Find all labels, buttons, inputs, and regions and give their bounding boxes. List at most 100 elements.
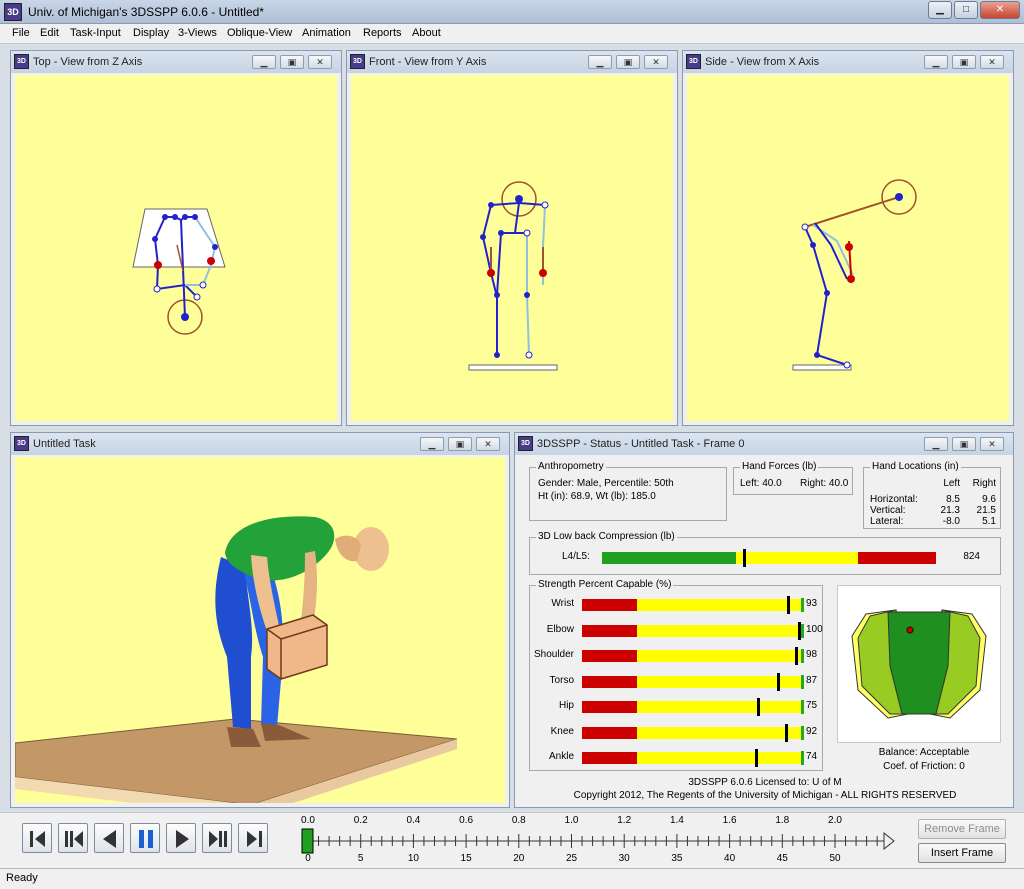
view-icon: 3D bbox=[686, 54, 701, 69]
top-view-minimize-button[interactable]: ▁ bbox=[252, 55, 276, 69]
strength-bar bbox=[582, 723, 804, 742]
task-view-title: Untitled Task bbox=[33, 438, 96, 450]
animation-toolbar: 0.0 0.2 0.4 0.6 0.8 1.0 1.2 1.4 1.6 1.8 2.0 0 5 10 15… bbox=[0, 812, 1024, 868]
front-view-window: 3D Front - View from Y Axis ▁ ▣ ✕ bbox=[346, 50, 678, 426]
joint-marker bbox=[480, 234, 486, 240]
side-view-maximize-button[interactable]: ▣ bbox=[952, 55, 976, 69]
bar-green-marker bbox=[801, 649, 804, 663]
joint-marker bbox=[193, 293, 201, 301]
play-button[interactable] bbox=[166, 823, 196, 853]
copyright-text: Copyright 2012, The Regents of the Unive… bbox=[573, 790, 957, 801]
first-frame-icon bbox=[30, 831, 45, 847]
side-view-titlebar[interactable]: 3D Side - View from X Axis ▁ ▣ ✕ bbox=[683, 51, 1013, 73]
side-view-window: 3D Side - View from X Axis ▁ ▣ ✕ bbox=[682, 50, 1014, 426]
task-view-maximize-button[interactable]: ▣ bbox=[448, 437, 472, 451]
strength-value-marker bbox=[784, 723, 788, 742]
low-back-group: 3D Low back Compression (lb) L4/L5: 824 bbox=[529, 531, 1001, 575]
top-view-figure bbox=[132, 208, 226, 335]
window-titlebar: 3D Univ. of Michigan's 3DSSPP 6.0.6 - Un… bbox=[0, 0, 1024, 24]
status-minimize-button[interactable]: ▁ bbox=[924, 437, 948, 451]
remove-frame-button[interactable]: Remove Frame bbox=[918, 819, 1006, 839]
balance-status: Balance: Acceptable bbox=[878, 747, 970, 758]
bar-green-marker bbox=[801, 598, 804, 612]
timeline[interactable]: 0.0 0.2 0.4 0.6 0.8 1.0 1.2 1.4 1.6 1.8 2.0 0 5 10 15… bbox=[296, 813, 896, 869]
front-view-titlebar[interactable]: 3D Front - View from Y Axis ▁ ▣ ✕ bbox=[347, 51, 677, 73]
maximize-button[interactable]: □ bbox=[954, 1, 978, 19]
anthropometry-label: Anthropometry bbox=[536, 461, 606, 472]
pause-button[interactable] bbox=[130, 823, 160, 853]
bar-green-marker bbox=[801, 725, 804, 740]
last-frame-button[interactable] bbox=[238, 823, 268, 853]
joint-marker bbox=[212, 244, 218, 250]
timeline-frame-label: 40 bbox=[724, 853, 736, 864]
menu-3-views[interactable]: 3-Views bbox=[178, 27, 217, 39]
task-view-canvas[interactable] bbox=[15, 457, 505, 803]
bar-yellow-zone bbox=[637, 624, 801, 637]
joint-marker bbox=[181, 313, 189, 321]
step-forward-icon bbox=[209, 831, 227, 847]
side-view-canvas[interactable] bbox=[687, 75, 1009, 421]
top-view-title: Top - View from Z Axis bbox=[33, 56, 143, 68]
side-view-close-button[interactable]: ✕ bbox=[980, 55, 1004, 69]
timeline-ruler bbox=[301, 828, 895, 854]
hand-locations-label: Hand Locations (in) bbox=[870, 461, 961, 472]
top-view-canvas[interactable] bbox=[15, 75, 337, 421]
hand-forces-group: Hand Forces (lb) Left: 40.0 Right: 40.0 bbox=[733, 461, 853, 495]
status-maximize-button[interactable]: ▣ bbox=[952, 437, 976, 451]
top-view-maximize-button[interactable]: ▣ bbox=[280, 55, 304, 69]
status-titlebar[interactable]: 3D 3DSSPP - Status - Untitled Task - Fra… bbox=[515, 433, 1013, 455]
hand-locations-value: 8.5 bbox=[946, 494, 960, 505]
timeline-time-label: 1.4 bbox=[669, 815, 684, 826]
status-close-button[interactable]: ✕ bbox=[980, 437, 1004, 451]
menu-edit[interactable]: Edit bbox=[40, 27, 59, 39]
front-view-maximize-button[interactable]: ▣ bbox=[616, 55, 640, 69]
play-reverse-icon bbox=[103, 830, 116, 848]
bar-red-zone bbox=[582, 624, 637, 637]
top-view-close-button[interactable]: ✕ bbox=[308, 55, 332, 69]
play-reverse-button[interactable] bbox=[94, 823, 124, 853]
menu-oblique-view[interactable]: Oblique-View bbox=[227, 27, 292, 39]
menu-about[interactable]: About bbox=[412, 27, 441, 39]
hand-locations-value: 5.1 bbox=[982, 516, 996, 527]
strength-row-label: Hip bbox=[558, 700, 574, 711]
menu-file[interactable]: File bbox=[12, 27, 30, 39]
step-forward-button[interactable] bbox=[202, 823, 232, 853]
joint-marker bbox=[515, 195, 523, 203]
timeline-frame-label: 50 bbox=[829, 853, 841, 864]
hand-force-left: Left: 40.0 bbox=[740, 478, 782, 489]
timeline-time-label: 0.8 bbox=[511, 815, 526, 826]
first-frame-button[interactable] bbox=[22, 823, 52, 853]
step-back-icon bbox=[65, 831, 83, 847]
menu-bar: File Edit Task-Input Display 3-Views Obl… bbox=[0, 24, 1024, 44]
timeline-time-label: 0.4 bbox=[406, 815, 421, 826]
timeline-frame-label: 45 bbox=[776, 853, 788, 864]
menu-display[interactable]: Display bbox=[133, 27, 169, 39]
joint-marker bbox=[494, 292, 500, 298]
bar-red-zone bbox=[582, 701, 637, 713]
side-view-title: Side - View from X Axis bbox=[705, 56, 820, 68]
strength-row-value: 74 bbox=[806, 751, 818, 762]
side-view-minimize-button[interactable]: ▁ bbox=[924, 55, 948, 69]
step-back-button[interactable] bbox=[58, 823, 88, 853]
front-view-minimize-button[interactable]: ▁ bbox=[588, 55, 612, 69]
joint-marker bbox=[152, 236, 158, 242]
strength-value-marker bbox=[757, 698, 760, 716]
task-view-titlebar[interactable]: 3D Untitled Task ▁ ▣ ✕ bbox=[11, 433, 509, 455]
menu-animation[interactable]: Animation bbox=[302, 27, 351, 39]
joint-marker bbox=[845, 243, 853, 251]
front-view-close-button[interactable]: ✕ bbox=[644, 55, 668, 69]
menu-reports[interactable]: Reports bbox=[363, 27, 402, 39]
joint-marker bbox=[153, 285, 161, 293]
close-button[interactable]: ✕ bbox=[980, 1, 1020, 19]
top-view-titlebar[interactable]: 3D Top - View from Z Axis ▁ ▣ ✕ bbox=[11, 51, 341, 73]
front-view-canvas[interactable] bbox=[351, 75, 673, 421]
task-view-minimize-button[interactable]: ▁ bbox=[420, 437, 444, 451]
task-view-close-button[interactable]: ✕ bbox=[476, 437, 500, 451]
insert-frame-button[interactable]: Insert Frame bbox=[918, 843, 1006, 863]
bar-red-zone bbox=[582, 752, 637, 764]
minimize-button[interactable]: ▁ bbox=[928, 1, 952, 19]
right-hand-marker bbox=[539, 269, 547, 277]
menu-task-input[interactable]: Task-Input bbox=[70, 27, 121, 39]
low-back-label: 3D Low back Compression (lb) bbox=[536, 531, 677, 542]
timeline-playhead[interactable] bbox=[301, 828, 314, 854]
